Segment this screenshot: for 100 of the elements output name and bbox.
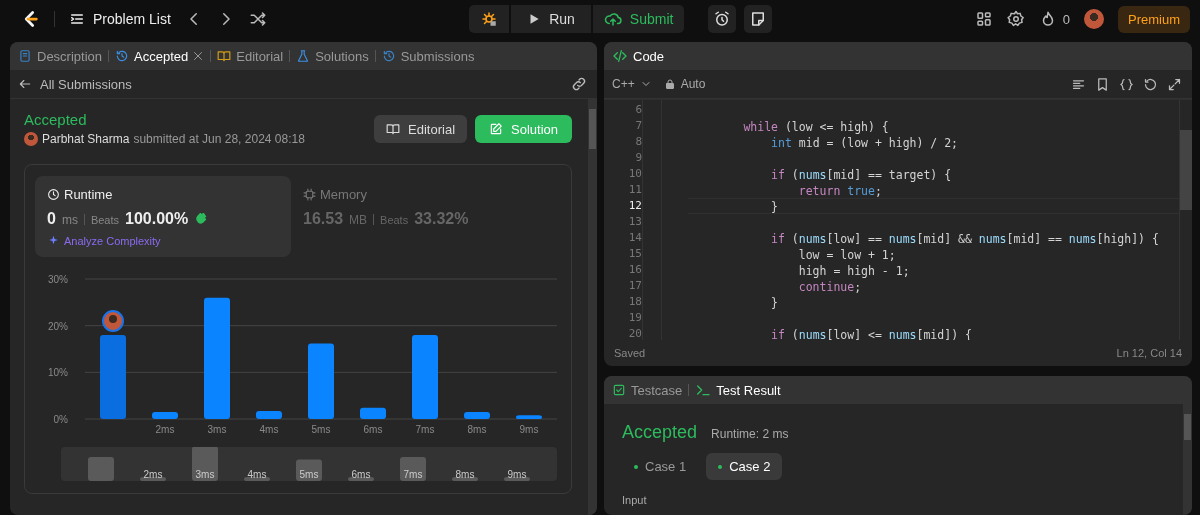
status-text: Accepted — [622, 422, 698, 443]
close-icon[interactable] — [192, 50, 205, 62]
submission-time: submitted at Jun 28, 2024 08:18 — [133, 132, 305, 146]
problem-list-link[interactable]: Problem List — [69, 11, 171, 27]
code-line: low = low + 1; — [797, 248, 896, 262]
author-name[interactable]: Parbhat Sharma — [42, 132, 130, 146]
stat-unit: MB — [349, 213, 368, 227]
line-number: 17 — [627, 278, 642, 294]
link-icon[interactable] — [571, 76, 587, 92]
axis-label: 5ms — [311, 424, 331, 435]
range-selector[interactable]: 2ms 3ms 4ms 5ms 6ms 7ms 8ms 9ms — [61, 447, 557, 481]
streak-counter[interactable]: 0 — [1038, 10, 1070, 28]
cursor-position: Ln 12, Col 14 — [1116, 347, 1182, 359]
axis-label: 10% — [48, 367, 68, 379]
axis-label: 6ms — [363, 424, 383, 435]
line-number: 12 — [627, 198, 642, 214]
code-line: continue; — [797, 280, 862, 294]
save-status: Saved — [614, 347, 646, 359]
axis-label: 3ms — [195, 469, 215, 480]
premium-button[interactable]: Premium — [1117, 5, 1190, 33]
terminal-icon — [695, 382, 712, 398]
code-line: return true; — [797, 184, 882, 198]
line-number: 11 — [627, 182, 642, 198]
axis-label: 5ms — [299, 469, 319, 480]
code-line: int mid = (low + high) / 2; — [770, 136, 959, 150]
panel-tab[interactable]: Editorial — [217, 48, 284, 64]
back-link[interactable]: All Submissions — [18, 76, 132, 92]
axis-label: 6ms — [351, 469, 371, 480]
status-text: Accepted — [24, 111, 88, 128]
line-number: 18 — [627, 294, 642, 310]
line-number: 8 — [634, 134, 642, 150]
arrow-left-icon — [18, 77, 32, 91]
case-tab[interactable]: Case 2 — [706, 453, 783, 480]
line-number: 10 — [627, 166, 642, 182]
axis-label: 20% — [48, 320, 68, 332]
panel-tab[interactable]: Testcase — [612, 382, 683, 398]
panel-tab[interactable]: Description — [18, 48, 103, 64]
axis-label: 30% — [48, 274, 68, 285]
code-line: if (nums[low] == nums[mid] && nums[mid] == nums[high]) { — [770, 232, 1159, 246]
panel-tab[interactable]: Submissions — [381, 48, 475, 64]
book-icon — [386, 122, 401, 136]
book-icon — [217, 49, 232, 63]
line-number: 20 — [627, 326, 642, 340]
line-number: 15 — [627, 246, 642, 262]
flask-icon — [296, 49, 311, 63]
code-line: } — [770, 296, 778, 310]
axis-label: 4ms — [247, 469, 267, 480]
checkbox-icon — [612, 383, 626, 397]
panel-tab[interactable]: Accepted — [115, 48, 189, 64]
layout-icon[interactable] — [974, 10, 993, 28]
expand-icon[interactable] — [1167, 76, 1182, 92]
line-number: 16 — [627, 262, 642, 278]
stat-unit: ms — [61, 213, 78, 227]
run-button[interactable]: Run — [511, 5, 591, 33]
runtime-card[interactable]: Runtime 0 ms Beats 100.00% Analyze Complexity — [35, 176, 291, 257]
notes-button[interactable] — [744, 5, 773, 33]
document-icon — [18, 49, 32, 63]
line-number: 14 — [627, 230, 642, 246]
auto-mode[interactable]: Auto — [663, 77, 706, 91]
code-icon — [612, 48, 628, 64]
axis-label: 9ms — [507, 469, 527, 480]
editorial-button[interactable]: Editorial — [374, 115, 467, 143]
line-number: 7 — [634, 118, 642, 134]
settings-icon[interactable] — [1006, 10, 1025, 28]
axis-label: 4ms — [259, 424, 279, 435]
history-icon — [381, 49, 396, 63]
submit-button[interactable]: Submit — [592, 5, 685, 33]
stat-value: 0 — [47, 210, 56, 228]
axis-label: 8ms — [455, 469, 475, 480]
list-icon — [69, 11, 85, 27]
panel-tab[interactable]: Solutions — [296, 48, 369, 64]
case-tab[interactable]: Case 1 — [622, 453, 699, 480]
shuffle-icon[interactable] — [248, 10, 267, 28]
axis-label: 7ms — [415, 424, 435, 435]
braces-icon[interactable] — [1119, 76, 1134, 92]
history-icon — [115, 49, 130, 63]
undo-icon[interactable] — [1143, 76, 1158, 92]
user-avatar[interactable] — [1083, 9, 1104, 29]
beats-value: 100.00% — [125, 210, 189, 228]
axis-label: 2ms — [143, 469, 163, 480]
scrollbar[interactable] — [1179, 100, 1192, 340]
user-avatar — [102, 310, 124, 332]
stat-value: 16.53 — [303, 210, 344, 228]
language-dropdown[interactable]: C++ — [612, 77, 652, 91]
code-line: if (nums[low] <= nums[mid]) { — [770, 328, 972, 340]
line-number: 19 — [627, 310, 642, 326]
code-line: if (nums[mid] == target) { — [770, 168, 952, 182]
timer-button[interactable] — [708, 5, 737, 33]
scrollbar[interactable] — [588, 99, 597, 515]
bar[interactable] — [360, 407, 386, 419]
debug-button[interactable] — [469, 5, 510, 33]
code-tab[interactable]: Code — [612, 48, 665, 64]
bookmark-icon[interactable] — [1095, 76, 1110, 92]
clock-icon — [47, 188, 60, 201]
beats-label: Beats — [90, 214, 120, 226]
edit-icon — [489, 122, 503, 136]
scrollbar[interactable] — [1183, 404, 1192, 515]
axis-label: 9ms — [519, 424, 539, 435]
axis-label: 0% — [53, 414, 68, 425]
panel-tab[interactable]: Test Result — [695, 382, 781, 398]
